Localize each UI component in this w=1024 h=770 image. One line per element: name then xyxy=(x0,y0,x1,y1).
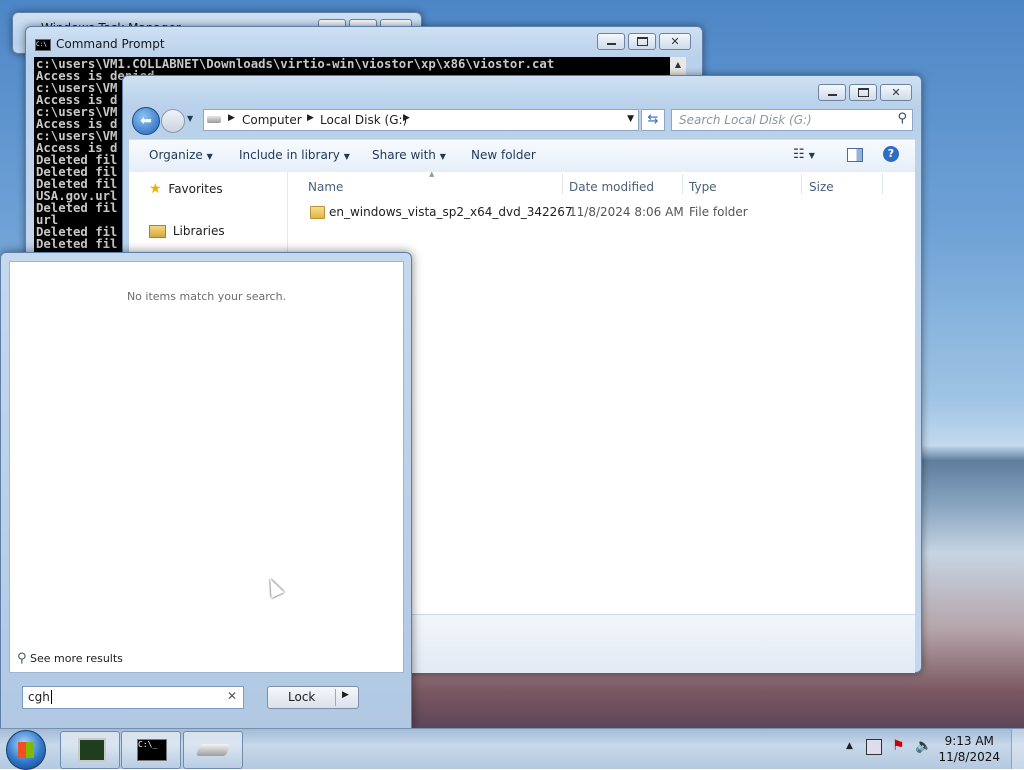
organize-label: Organize xyxy=(149,148,203,162)
lock-label: Lock xyxy=(288,690,316,704)
chevron-down-icon: ▼ xyxy=(206,152,213,161)
forward-button[interactable] xyxy=(161,109,185,133)
chevron-down-icon: ▼ xyxy=(439,152,446,161)
cmd-icon: C:\ xyxy=(35,39,51,51)
taskbar-task-manager[interactable] xyxy=(60,731,120,769)
minimize-button[interactable] xyxy=(818,84,846,101)
task-manager-icon xyxy=(78,738,106,762)
search-icon[interactable]: ⚲ xyxy=(897,111,907,126)
close-button[interactable]: ✕ xyxy=(880,84,912,101)
breadcrumb-separator-icon: ▶ xyxy=(228,113,235,123)
drive-icon xyxy=(195,744,231,756)
view-options-icon[interactable]: ☷ ▼ xyxy=(793,147,815,162)
power-options-divider xyxy=(335,689,336,706)
file-name: en_windows_vista_sp2_x64_dvd_342267 xyxy=(329,205,573,219)
chevron-right-icon[interactable]: ▶ xyxy=(342,690,349,700)
cmd-title: Command Prompt xyxy=(56,37,165,51)
column-divider[interactable] xyxy=(562,174,563,194)
taskbar-command-prompt[interactable]: C:\_ xyxy=(121,731,181,769)
network-icon[interactable] xyxy=(866,739,882,755)
organize-menu[interactable]: Organize ▼ xyxy=(149,148,213,162)
include-label: Include in library xyxy=(239,148,340,162)
command-prompt-icon: C:\_ xyxy=(137,739,167,761)
column-date-modified[interactable]: Date modified xyxy=(569,180,654,194)
start-button[interactable] xyxy=(6,730,46,770)
scroll-up-arrow-icon[interactable]: ▲ xyxy=(670,60,686,69)
address-bar[interactable]: ▶ Computer ▶ Local Disk (G:) ▶ ▼ xyxy=(203,109,639,131)
explorer-caption-buttons: ✕ xyxy=(815,84,912,101)
back-button[interactable]: ⬅ xyxy=(132,107,160,135)
maximize-button[interactable] xyxy=(849,84,877,101)
column-name[interactable]: Name xyxy=(308,180,343,194)
system-clock[interactable]: 9:13 AM 11/8/2024 xyxy=(938,733,1000,765)
minimize-button[interactable] xyxy=(597,33,625,50)
column-divider[interactable] xyxy=(801,174,802,194)
file-date: 11/8/2024 8:06 AM xyxy=(569,205,684,219)
libraries-icon xyxy=(149,225,166,238)
no-results-message: No items match your search. xyxy=(126,290,287,303)
show-desktop-button[interactable] xyxy=(1011,729,1024,769)
folder-icon xyxy=(310,206,325,219)
column-headers: Name ▲ Date modified Type Size xyxy=(289,170,889,198)
column-divider[interactable] xyxy=(882,174,883,194)
refresh-icon: ⇆ xyxy=(647,112,659,127)
nav-favorites[interactable]: ★ Favorites xyxy=(149,181,223,197)
search-input-value: cgh xyxy=(28,690,52,704)
search-icon: ⚲ xyxy=(17,651,27,666)
taskbar: C:\_ ▲ ⚑ 🔈 9:13 AM 11/8/2024 xyxy=(0,728,1024,770)
refresh-button[interactable]: ⇆ xyxy=(641,109,665,131)
action-center-icon[interactable]: ⚑ xyxy=(892,738,905,754)
breadcrumb-separator-icon: ▶ xyxy=(307,113,314,123)
start-search-input[interactable]: cgh ✕ xyxy=(22,686,244,709)
clear-search-icon[interactable]: ✕ xyxy=(227,689,237,703)
lock-button[interactable]: Lock ▶ xyxy=(267,686,359,709)
drive-icon xyxy=(207,116,221,123)
search-placeholder: Search Local Disk (G:) xyxy=(679,113,812,127)
nav-libraries[interactable]: Libraries xyxy=(149,224,225,238)
search-box[interactable]: Search Local Disk (G:) ⚲ xyxy=(671,109,913,131)
libraries-label: Libraries xyxy=(172,224,225,238)
favorites-label: Favorites xyxy=(168,182,223,196)
recent-pages-dropdown-icon[interactable]: ▼ xyxy=(187,114,193,123)
maximize-button[interactable] xyxy=(628,33,656,50)
taskbar-windows-explorer[interactable] xyxy=(183,731,243,769)
back-arrow-icon: ⬅ xyxy=(140,113,152,129)
column-divider[interactable] xyxy=(682,174,683,194)
sort-indicator-icon: ▲ xyxy=(429,170,435,178)
start-menu[interactable]: No items match your search. ⚲ See more r… xyxy=(0,252,412,730)
clock-time: 9:13 AM xyxy=(944,734,994,748)
include-in-library-menu[interactable]: Include in library ▼ xyxy=(239,148,350,162)
share-label: Share with xyxy=(372,148,436,162)
windows-logo-icon xyxy=(18,742,34,758)
address-dropdown-icon[interactable]: ▼ xyxy=(627,114,634,124)
breadcrumb-local-disk[interactable]: Local Disk (G:) xyxy=(320,113,407,127)
share-with-menu[interactable]: Share with ▼ xyxy=(372,148,446,162)
close-button[interactable]: ✕ xyxy=(659,33,691,50)
breadcrumb-separator-icon: ▶ xyxy=(403,113,410,123)
see-more-results-link[interactable]: ⚲ See more results xyxy=(17,651,123,666)
file-type: File folder xyxy=(689,205,748,219)
breadcrumb-computer[interactable]: Computer xyxy=(242,113,302,127)
show-hidden-icons-icon[interactable]: ▲ xyxy=(846,741,853,751)
table-row[interactable]: en_windows_vista_sp2_x64_dvd_342267 11/8… xyxy=(289,201,889,223)
chevron-down-icon: ▼ xyxy=(343,152,350,161)
preview-pane-icon[interactable] xyxy=(847,148,863,162)
star-icon: ★ xyxy=(149,181,162,197)
clock-date: 11/8/2024 xyxy=(938,750,1000,764)
column-type[interactable]: Type xyxy=(689,180,717,194)
search-results-panel: No items match your search. xyxy=(9,261,404,673)
command-bar: Organize ▼ Include in library ▼ Share wi… xyxy=(129,139,915,173)
volume-muted-icon[interactable]: 🔈 xyxy=(915,738,932,754)
cmd-caption-buttons: ✕ xyxy=(594,33,691,50)
help-icon[interactable]: ? xyxy=(883,146,899,162)
new-folder-button[interactable]: New folder xyxy=(471,148,536,162)
see-more-results-label: See more results xyxy=(30,652,123,665)
column-size[interactable]: Size xyxy=(809,180,834,194)
